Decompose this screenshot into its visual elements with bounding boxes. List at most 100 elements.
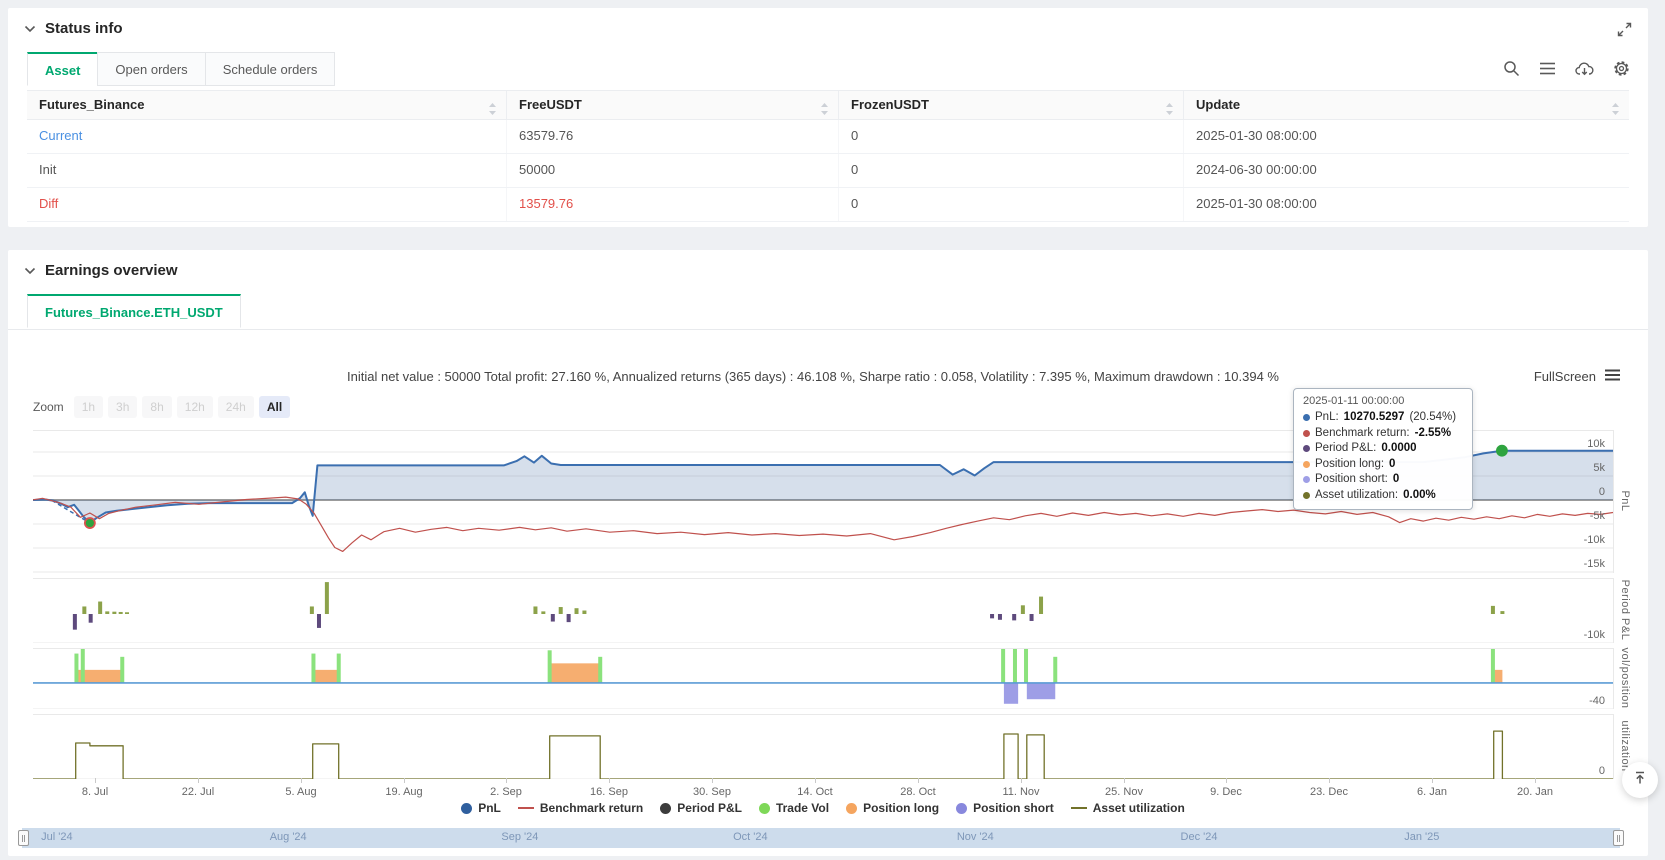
tab-futures-binance-eth-usdt[interactable]: Futures_Binance.ETH_USDT: [27, 294, 241, 328]
x-axis-label: 20. Jan: [1517, 786, 1553, 798]
sort-icon[interactable]: [488, 98, 497, 125]
legend-marker: [846, 803, 857, 814]
tab-open-orders[interactable]: Open orders: [97, 52, 205, 86]
gear-icon[interactable]: [1613, 60, 1630, 77]
x-axis-label: 14. Oct: [797, 786, 832, 798]
table-cell: 0: [839, 188, 1184, 221]
y-axis-label: -10k: [1584, 629, 1605, 641]
y-axis-title-period-p-l: Period P&L: [1619, 580, 1631, 641]
x-axis-tick: [1226, 778, 1227, 783]
column-header-update[interactable]: Update: [1184, 91, 1629, 119]
legend-marker: [956, 803, 967, 814]
chart-pane-utilization[interactable]: 0: [33, 714, 1614, 779]
tooltip-bullet: [1303, 492, 1310, 499]
fullscreen-label[interactable]: FullScreen: [1534, 369, 1596, 384]
tooltip-row: Asset utilization: 0.00%: [1303, 488, 1463, 504]
sort-icon[interactable]: [1165, 98, 1174, 125]
search-icon[interactable]: [1503, 60, 1520, 77]
row-label-diff: Diff: [27, 188, 507, 221]
back-to-top-icon: [1632, 770, 1648, 791]
expand-icon[interactable]: [1617, 22, 1632, 42]
legend-marker: [660, 803, 671, 814]
x-axis-tick: [301, 778, 302, 783]
x-axis-label: 22. Jul: [182, 786, 214, 798]
tooltip-row: Position long: 0: [1303, 457, 1463, 473]
legend-item-position-short[interactable]: Position short: [956, 801, 1054, 815]
legend-marker: [461, 803, 472, 814]
x-axis-label: 28. Oct: [900, 786, 935, 798]
tooltip-row: Benchmark return: -2.55%: [1303, 426, 1463, 442]
x-axis-label: 2. Sep: [490, 786, 522, 798]
x-axis-tick: [95, 778, 96, 783]
y-axis-title-vol-position: vol/position: [1619, 647, 1631, 708]
x-axis-label: 6. Jan: [1417, 786, 1447, 798]
navigator-handle-left[interactable]: [18, 830, 29, 846]
column-header-frozenusdt[interactable]: FrozenUSDT: [839, 91, 1184, 119]
back-to-top-button[interactable]: [1622, 762, 1658, 798]
table-row: Init5000002024-06-30 00:00:00: [27, 154, 1629, 188]
column-header-freeusdt[interactable]: FreeUSDT: [507, 91, 839, 119]
navigator-month-label: Oct '24: [733, 831, 768, 843]
tooltip-bullet: [1303, 414, 1310, 421]
x-axis-label: 9. Dec: [1210, 786, 1242, 798]
chart-fullscreen-control[interactable]: FullScreen: [1534, 369, 1620, 384]
x-axis-label: 8. Jul: [82, 786, 108, 798]
chart-tooltip: 2025-01-11 00:00:00 PnL: 10270.5297 (20.…: [1293, 388, 1473, 510]
x-axis-label: 25. Nov: [1105, 786, 1143, 798]
navigator-handle-right[interactable]: [1613, 830, 1624, 846]
x-axis-tick: [712, 778, 713, 783]
tooltip-bullet: [1303, 461, 1310, 468]
y-axis-label: 5k: [1593, 462, 1605, 474]
x-axis-label: 11. Nov: [1002, 786, 1039, 798]
status-info-header: Status info: [24, 20, 123, 37]
y-axis-label: -10k: [1584, 534, 1605, 546]
legend-item-trade-vol[interactable]: Trade Vol: [759, 801, 829, 815]
row-label-current[interactable]: Current: [27, 120, 507, 153]
cloud-download-icon[interactable]: [1575, 61, 1594, 77]
legend-item-pnl[interactable]: PnL: [461, 801, 501, 815]
app-root: { "status_card": { "title": "Status info…: [0, 0, 1665, 860]
y-axis-label: -15k: [1584, 558, 1605, 570]
tab-schedule-orders[interactable]: Schedule orders: [205, 52, 336, 86]
x-axis-tick: [1329, 778, 1330, 783]
table-cell: 0: [839, 154, 1184, 187]
x-axis-tick: [198, 778, 199, 783]
x-axis-tick: [506, 778, 507, 783]
tab-asset[interactable]: Asset: [27, 52, 98, 86]
chart-navigator[interactable]: Jul '24Aug '24Sep '24Oct '24Nov '24Dec '…: [22, 828, 1620, 848]
x-axis-tick: [609, 778, 610, 783]
status-tabs: AssetOpen ordersSchedule orders: [27, 52, 334, 86]
legend-item-position-long[interactable]: Position long: [846, 801, 939, 815]
menu-icon[interactable]: [1539, 61, 1556, 76]
table-cell: 0: [839, 120, 1184, 153]
row-label-init: Init: [27, 154, 507, 187]
table-cell: 2025-01-30 08:00:00: [1184, 120, 1629, 153]
x-axis-tick: [918, 778, 919, 783]
table-row: Diff13579.7602025-01-30 08:00:00: [27, 188, 1629, 222]
x-axis-tick: [815, 778, 816, 783]
legend-item-asset-utilization[interactable]: Asset utilization: [1071, 801, 1185, 815]
table-cell: 2024-06-30 00:00:00: [1184, 154, 1629, 187]
tooltip-bullet: [1303, 430, 1310, 437]
table-toolbar: [1503, 60, 1630, 77]
x-axis-tick: [1432, 778, 1433, 783]
tooltip-row: Position short: 0: [1303, 472, 1463, 488]
x-axis-label: 19. Aug: [385, 786, 422, 798]
tooltip-bullet: [1303, 476, 1310, 483]
navigator-month-label: Sep '24: [501, 831, 538, 843]
chart-pane-vol-position[interactable]: -40: [33, 648, 1614, 709]
hamburger-icon[interactable]: [1605, 369, 1620, 384]
tooltip-row: PnL: 10270.5297 (20.54%): [1303, 410, 1463, 426]
x-axis-label: 23. Dec: [1310, 786, 1348, 798]
legend-item-period-p-l[interactable]: Period P&L: [660, 801, 742, 815]
chart-pane-period-p-l[interactable]: -10k: [33, 578, 1614, 643]
column-header-futures_binance[interactable]: Futures_Binance: [27, 91, 507, 119]
sort-icon[interactable]: [1611, 98, 1620, 125]
collapse-chevron-icon[interactable]: [24, 25, 36, 33]
x-axis-label: 16. Sep: [590, 786, 628, 798]
sort-icon[interactable]: [820, 98, 829, 125]
y-axis-label: 0: [1599, 486, 1605, 498]
legend-item-benchmark-return[interactable]: Benchmark return: [518, 801, 643, 815]
status-info-card: Status info AssetOpen ordersSchedule ord…: [8, 8, 1648, 227]
y-axis-label: -5k: [1590, 510, 1605, 522]
